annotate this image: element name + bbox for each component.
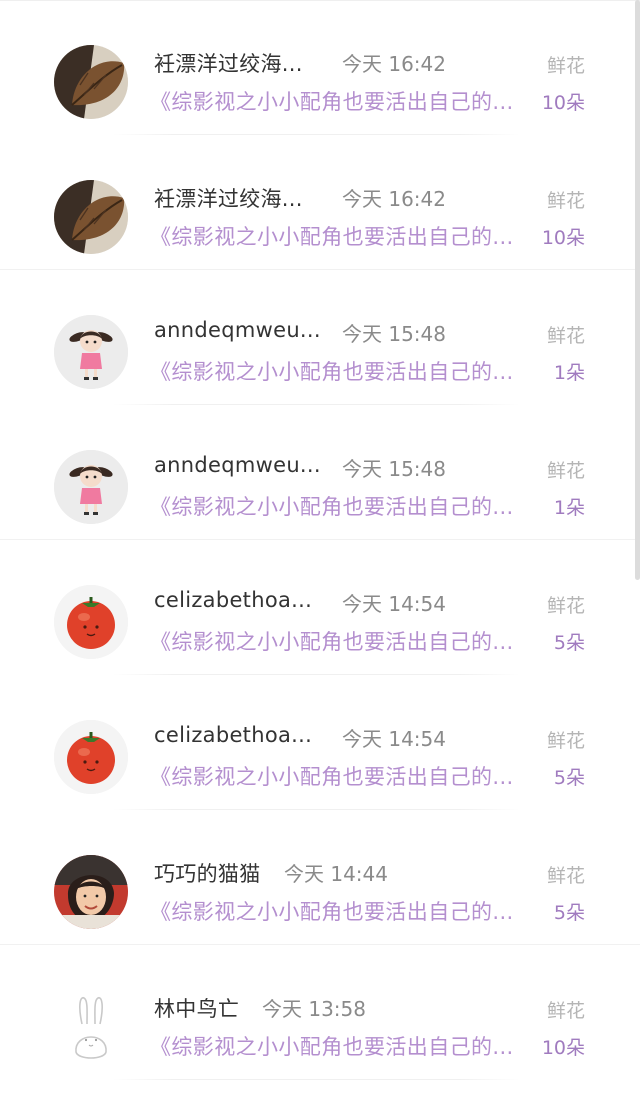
list-item[interactable]: anndeqmweu... 今天 15:48 鲜花 《综影视之小小配角也要活出自… xyxy=(0,405,640,540)
gift-count: 1朵 xyxy=(553,362,585,384)
gift-count: 10朵 xyxy=(541,227,585,249)
book-title-link[interactable]: 《综影视之小小配角也要活出自己的... xyxy=(150,356,514,386)
book-title-link[interactable]: 《综影视之小小配角也要活出自己的... xyxy=(150,896,514,926)
gift-type: 鲜花 xyxy=(546,865,585,887)
gift-time: 今天 15:48 xyxy=(342,322,446,346)
gift-type: 鲜花 xyxy=(546,325,585,347)
user-name[interactable]: 衽漂洋过绞海... xyxy=(154,48,303,78)
gift-time: 今天 16:42 xyxy=(342,187,446,211)
gift-count: 5朵 xyxy=(553,767,585,789)
gift-type: 鲜花 xyxy=(546,190,585,212)
book-title-link[interactable]: 《综影视之小小配角也要活出自己的... xyxy=(150,86,514,116)
user-name[interactable]: anndeqmweu... xyxy=(154,318,321,342)
gift-type: 鲜花 xyxy=(546,460,585,482)
user-name[interactable]: 林中鸟亡 xyxy=(154,993,239,1023)
gift-type: 鲜花 xyxy=(546,55,585,77)
list-item[interactable]: 衽漂洋过绞海... 今天 16:42 鲜花 《综影视之小小配角也要活出自己的..… xyxy=(0,135,640,270)
list-item[interactable]: 巧巧的猫猫 今天 14:44 鲜花 《综影视之小小配角也要活出自己的... 5朵 xyxy=(0,810,640,945)
user-name[interactable]: 巧巧的猫猫 xyxy=(154,858,261,888)
user-name[interactable]: 衽漂洋过绞海... xyxy=(154,183,303,213)
tomato-avatar[interactable] xyxy=(54,585,128,659)
leaf-avatar[interactable] xyxy=(54,45,128,119)
gift-type: 鲜花 xyxy=(546,595,585,617)
user-name[interactable]: celizabethoa... xyxy=(154,588,312,612)
gift-count: 10朵 xyxy=(541,1037,585,1059)
gift-count: 1朵 xyxy=(553,497,585,519)
user-name[interactable]: celizabethoa... xyxy=(154,723,312,747)
tomato-avatar[interactable] xyxy=(54,720,128,794)
gift-type: 鲜花 xyxy=(546,730,585,752)
gift-time: 今天 14:44 xyxy=(284,862,388,886)
book-title-link[interactable]: 《综影视之小小配角也要活出自己的... xyxy=(150,491,514,521)
book-title-link[interactable]: 《综影视之小小配角也要活出自己的... xyxy=(150,221,514,251)
gift-count: 5朵 xyxy=(553,902,585,924)
gift-count: 5朵 xyxy=(553,632,585,654)
list-item[interactable]: celizabethoa... 今天 14:54 鲜花 《综影视之小小配角也要活… xyxy=(0,675,640,810)
book-title-link[interactable]: 《综影视之小小配角也要活出自己的... xyxy=(150,1031,514,1061)
gift-time: 今天 14:54 xyxy=(342,592,446,616)
user-name[interactable]: anndeqmweu... xyxy=(154,453,321,477)
list-item[interactable]: anndeqmweu... 今天 15:48 鲜花 《综影视之小小配角也要活出自… xyxy=(0,270,640,405)
list-item[interactable]: celizabethoa... 今天 14:54 鲜花 《综影视之小小配角也要活… xyxy=(0,540,640,675)
gift-time: 今天 16:42 xyxy=(342,52,446,76)
gift-count: 10朵 xyxy=(541,92,585,114)
list-item[interactable]: 林中鸟亡 今天 13:58 鲜花 《综影视之小小配角也要活出自己的... 10朵 xyxy=(0,945,640,1080)
girl-avatar[interactable] xyxy=(54,315,128,389)
gift-time: 今天 15:48 xyxy=(342,457,446,481)
gift-record-list: 衽漂洋过绞海... 今天 16:42 鲜花 《综影视之小小配角也要活出自己的..… xyxy=(0,0,640,1111)
gift-time: 今天 14:54 xyxy=(342,727,446,751)
rabbit-avatar[interactable] xyxy=(54,990,128,1064)
gift-type: 鲜花 xyxy=(546,1000,585,1022)
leaf-avatar[interactable] xyxy=(54,180,128,254)
girl-avatar[interactable] xyxy=(54,450,128,524)
scrollbar[interactable] xyxy=(635,0,640,580)
photo-avatar[interactable] xyxy=(54,855,128,929)
list-item[interactable]: 衽漂洋过绞海... 今天 16:42 鲜花 《综影视之小小配角也要活出自己的..… xyxy=(0,0,640,135)
gift-time: 今天 13:58 xyxy=(262,997,366,1021)
book-title-link[interactable]: 《综影视之小小配角也要活出自己的... xyxy=(150,626,514,656)
book-title-link[interactable]: 《综影视之小小配角也要活出自己的... xyxy=(150,761,514,791)
row-divider xyxy=(112,1079,520,1080)
